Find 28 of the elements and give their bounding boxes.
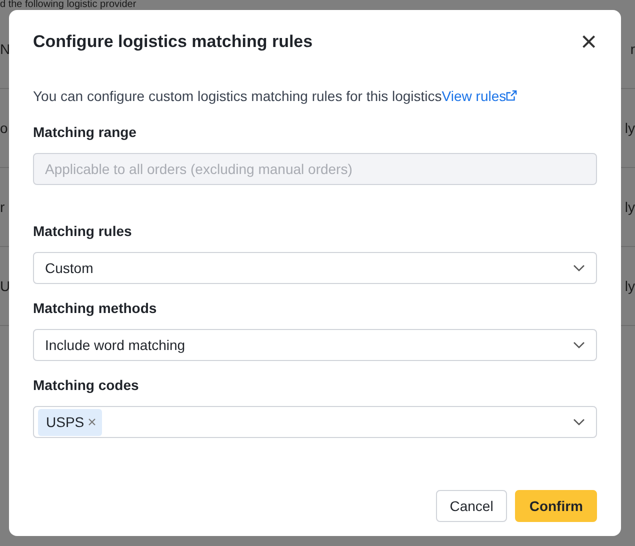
table-cell-text: r [0,198,5,216]
tag-label: USPS [46,412,84,432]
view-rules-link[interactable]: View rules [442,88,518,104]
table-cell-text: o [0,118,8,138]
table-cell-text: r [630,40,635,58]
close-button[interactable]: × [580,28,597,56]
field-label: Matching rules [33,222,133,241]
field-label: Matching range [33,123,138,142]
table-cell-text: U [0,276,10,296]
confirm-button[interactable]: Confirm [515,490,597,522]
field-label: Matching methods [33,299,158,318]
select-field[interactable]: Custom [33,252,597,284]
chevron-down-icon [573,264,585,272]
table-cell-text: ly [624,198,635,217]
table-cell-text: ly [624,276,635,296]
chevron-down-icon [573,341,585,349]
field-label: Matching codes [33,376,140,395]
external-link-icon[interactable] [506,90,518,101]
chevron-down-icon [573,418,585,426]
cancel-button[interactable]: Cancel [436,490,508,522]
remove-tag-icon[interactable] [88,418,96,426]
select-field[interactable]: Include word matching [33,329,597,361]
table-cell-text: N [0,40,10,58]
page-heading: d the following logistic provider [0,0,138,10]
select-field[interactable]: USPS [33,406,597,438]
dialog-title: Configure logistics matching rules [33,32,313,52]
intro-text: You can configure custom logistics matching rules for this logisticsView rules [33,86,597,107]
table-cell-text: ly [624,118,635,138]
